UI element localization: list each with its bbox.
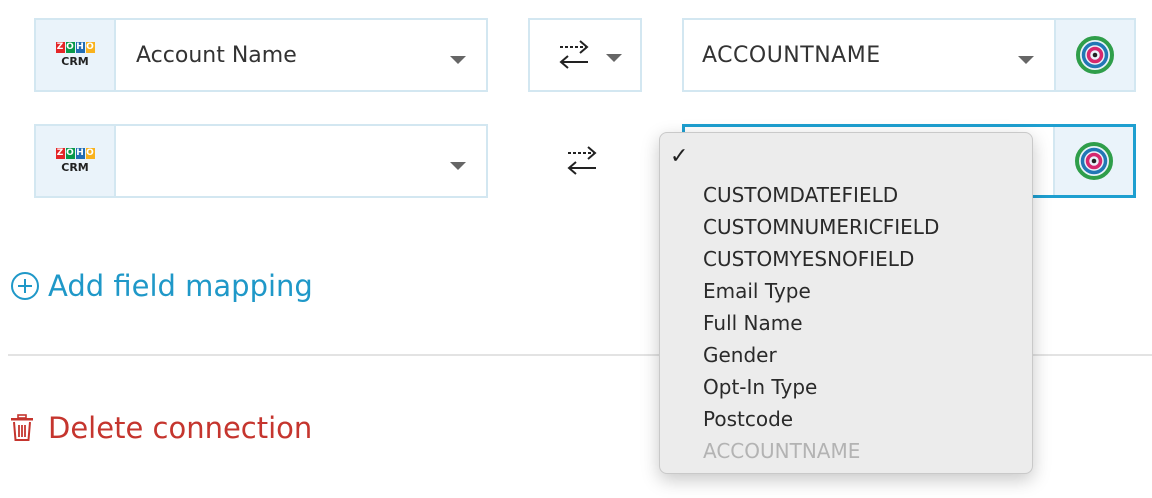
dropdown-option[interactable]: Email Type: [660, 275, 1032, 307]
crm-label: CRM: [61, 161, 89, 174]
destination-field-dropdown-menu: ✓ CUSTOMDATEFIELD CUSTOMNUMERICFIELD CUS…: [659, 132, 1033, 474]
dropdown-option[interactable]: Opt-In Type: [660, 371, 1032, 403]
delete-connection-label: Delete connection: [48, 411, 313, 445]
dropdown-option[interactable]: Full Name: [660, 307, 1032, 339]
direction-select-1[interactable]: [528, 18, 642, 92]
direction-indicator-2: [528, 124, 642, 198]
dropdown-option[interactable]: CUSTOMYESNOFIELD: [660, 243, 1032, 275]
chevron-down-icon[interactable]: [450, 56, 466, 64]
dropdown-option-disabled: ACCOUNTNAME: [703, 439, 861, 463]
mapping-row-1: Z O H O CRM Account Name ACCOUNTNAME: [0, 18, 1152, 92]
source-field-select-1[interactable]: Z O H O CRM Account Name: [34, 18, 488, 92]
chevron-down-icon[interactable]: [450, 162, 466, 170]
crm-label: CRM: [61, 55, 89, 68]
dropdown-option[interactable]: CUSTOMDATEFIELD: [660, 179, 1032, 211]
destination-field-value: ACCOUNTNAME: [702, 43, 881, 68]
plus-circle-icon: [11, 272, 39, 300]
trash-icon: [11, 414, 33, 441]
bidirectional-arrows-icon: [559, 40, 589, 69]
add-field-mapping-label: Add field mapping: [48, 269, 313, 303]
bidirectional-arrows-icon: [567, 146, 597, 175]
dropdown-option[interactable]: Gender: [660, 339, 1032, 371]
zoho-crm-logo: Z O H O CRM: [36, 20, 116, 90]
zoho-crm-logo: Z O H O CRM: [36, 126, 116, 196]
dropdown-option[interactable]: Postcode: [660, 403, 1032, 435]
source-field-select-2[interactable]: Z O H O CRM: [34, 124, 488, 198]
checkmark-icon: ✓: [670, 143, 689, 168]
source-field-value: Account Name: [136, 43, 297, 68]
dropdown-option[interactable]: CUSTOMNUMERICFIELD: [660, 211, 1032, 243]
destination-field-select-1[interactable]: ACCOUNTNAME: [682, 18, 1136, 92]
chevron-down-icon[interactable]: [1018, 56, 1034, 64]
delete-connection-link[interactable]: Delete connection: [10, 406, 312, 450]
chevron-down-icon[interactable]: [606, 54, 622, 62]
target-rings-icon: [1053, 127, 1133, 195]
add-field-mapping-link[interactable]: Add field mapping: [10, 266, 313, 306]
target-rings-icon: [1054, 20, 1134, 90]
